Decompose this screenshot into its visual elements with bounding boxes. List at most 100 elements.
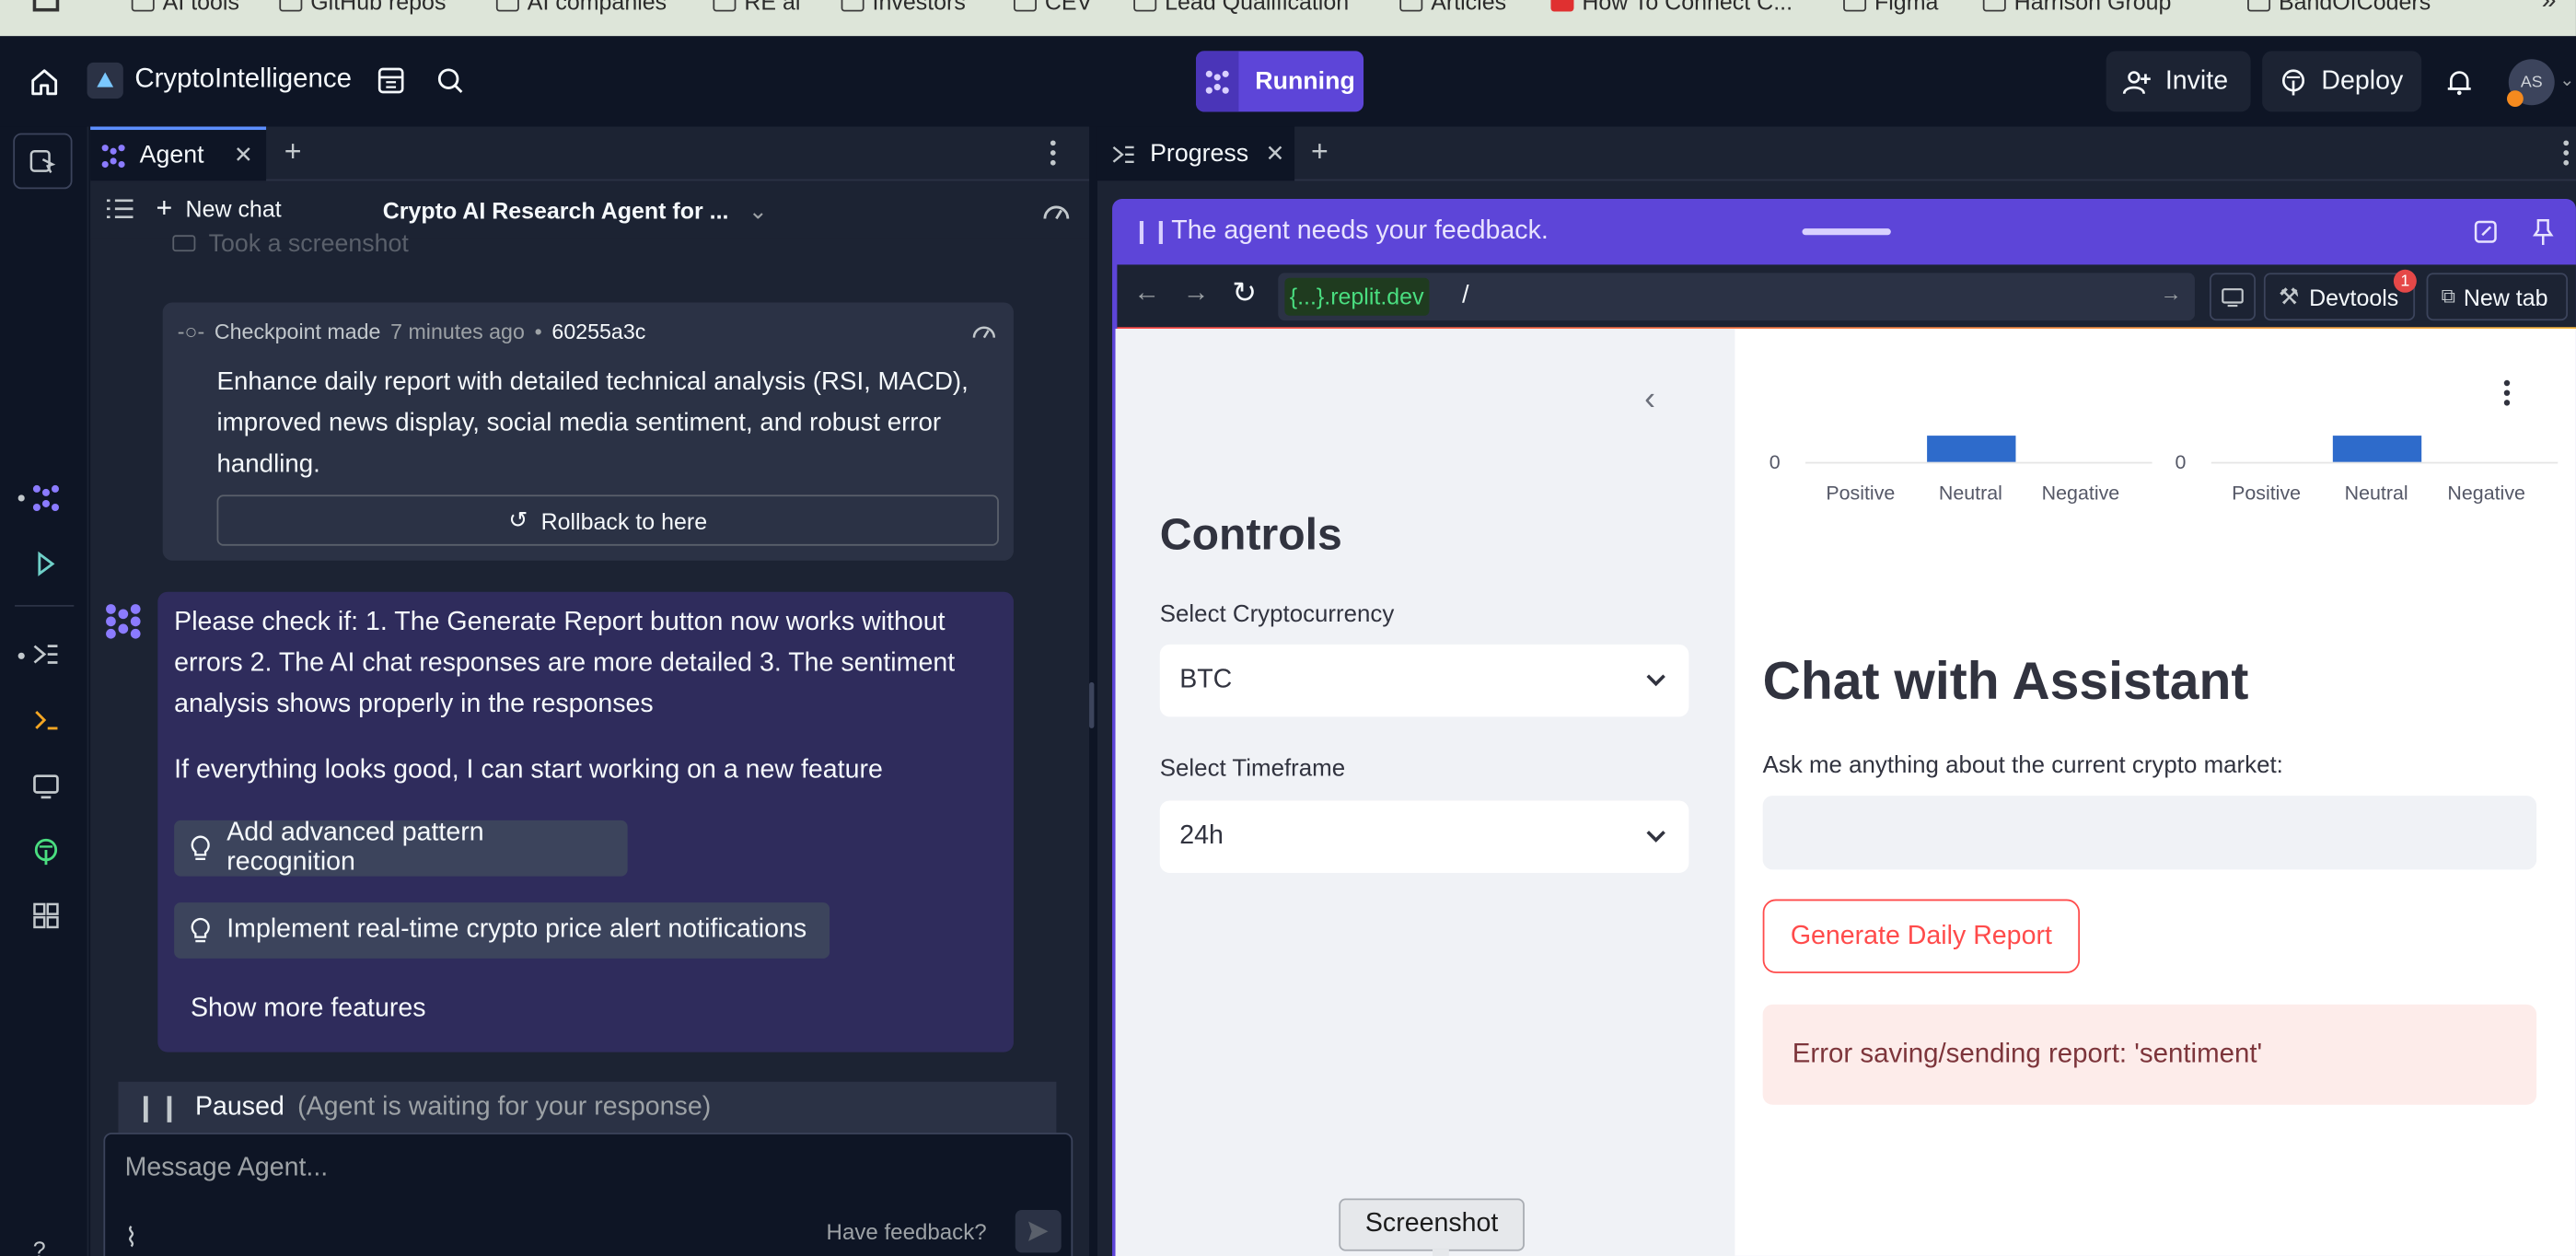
project-name[interactable]: CryptoIntelligence	[134, 64, 352, 96]
folder-icon	[131, 0, 155, 11]
devtools-button[interactable]: ⚒ Devtools	[2263, 273, 2416, 321]
collapse-sidebar-icon[interactable]: ‹	[1644, 381, 1655, 419]
workspace-tools-icon[interactable]	[13, 133, 73, 190]
all-tools-icon[interactable]	[29, 900, 63, 933]
new-chat-button[interactable]: + New chat	[157, 192, 282, 226]
bookmark-item[interactable]: RE ai	[713, 0, 800, 15]
feedback-link[interactable]: Have feedback?	[827, 1220, 987, 1245]
chevron-down-icon[interactable]: ⌄	[2559, 69, 2574, 90]
chat-title-dropdown[interactable]: Crypto AI Research Agent for ... ⌄	[383, 197, 768, 225]
back-icon[interactable]: ←	[1133, 280, 1160, 309]
deploy-icon	[2281, 68, 2305, 95]
crypto-label: Select Cryptocurrency	[1159, 601, 1395, 628]
deploy-button[interactable]: Deploy	[2262, 51, 2422, 112]
bookmark-item[interactable]: BandOfCoders	[2247, 0, 2431, 16]
attach-icon[interactable]: ⌇	[125, 1221, 138, 1254]
console-icon[interactable]	[29, 704, 63, 737]
show-more-features-button[interactable]: Show more features	[191, 994, 426, 1024]
more-bookmarks-icon[interactable]: »	[2542, 0, 2557, 17]
feedback-banner-text: The agent needs your feedback.	[1171, 216, 1549, 246]
bookmark-label: BandOfCoders	[2278, 0, 2431, 16]
invite-button[interactable]: Invite	[2106, 51, 2251, 112]
new-tab-label: New tab	[2463, 283, 2548, 310]
reload-icon[interactable]: ↻	[1232, 276, 1257, 310]
checkpoint-hash[interactable]: 60255a3c	[551, 319, 645, 343]
active-dot	[17, 494, 25, 502]
rollback-icon: ↺	[508, 506, 528, 533]
deploy-label: Deploy	[2321, 66, 2404, 95]
monitor-icon	[2222, 287, 2244, 307]
apps-grid-icon[interactable]	[32, 0, 60, 12]
layout-icon[interactable]	[375, 64, 408, 98]
message-text: Please check if: 1. The Generate Report …	[174, 608, 956, 719]
pause-icon: ❙❙	[1131, 216, 1171, 244]
lightbulb-icon	[191, 835, 210, 862]
bookmark-item[interactable]: AI companies	[495, 0, 667, 15]
bookmark-item[interactable]: Investors	[841, 0, 966, 15]
message-input-box[interactable]: Message Agent... ⌇ Have feedback?	[103, 1133, 1073, 1256]
send-button[interactable]	[1015, 1209, 1062, 1253]
device-preview-button[interactable]	[2210, 273, 2256, 321]
deployments-icon[interactable]	[29, 835, 63, 868]
bookmark-item[interactable]: Harrison Group	[1982, 0, 2171, 15]
suggestion-button[interactable]: Implement real-time crypto price alert n…	[174, 902, 830, 959]
add-tab-icon[interactable]: +	[1311, 134, 1329, 169]
rollback-button[interactable]: ↺ Rollback to here	[216, 494, 999, 546]
tab-progress-label: Progress	[1150, 139, 1249, 169]
run-button[interactable]: Running	[1196, 51, 1364, 112]
chart-bar	[1926, 436, 2015, 462]
bookmark-item[interactable]: CEV	[1013, 0, 1092, 15]
home-icon[interactable]	[27, 64, 63, 100]
bookmark-item[interactable]: Figma	[1843, 0, 1938, 15]
sentiment-chart: 0 Positive Neutral Negative	[1757, 394, 2152, 526]
agent-avatar-icon	[103, 601, 143, 641]
assistant-icon[interactable]	[29, 548, 63, 581]
close-tab-icon[interactable]: ✕	[234, 142, 253, 169]
search-icon[interactable]	[434, 64, 467, 98]
go-icon[interactable]: →	[2160, 281, 2181, 306]
folder-icon	[713, 0, 737, 11]
agent-icon[interactable]	[29, 482, 63, 515]
bookmark-item[interactable]: GitHub repos	[279, 0, 446, 15]
kebab-menu-icon[interactable]	[2563, 140, 2570, 167]
forward-icon[interactable]: →	[1183, 280, 1210, 309]
speed-icon[interactable]	[1041, 197, 1071, 224]
chat-history-icon[interactable]	[106, 197, 133, 220]
drag-handle[interactable]	[1802, 228, 1891, 236]
webview-icon[interactable]	[29, 770, 63, 803]
progress-icon[interactable]	[29, 638, 63, 671]
bookmark-item[interactable]: AI tools	[131, 0, 239, 15]
chart-ytick: 0	[1769, 450, 1781, 474]
url-bar[interactable]: {...}.replit.dev / →	[1278, 273, 2195, 321]
tab-progress[interactable]: Progress ✕	[1097, 126, 1295, 181]
pin-icon[interactable]	[2532, 217, 2555, 247]
bookmark-label: Lead Qualification	[1165, 0, 1350, 16]
add-tab-icon[interactable]: +	[284, 134, 302, 169]
checkpoint-card: -○- Checkpoint made 7 minutes ago • 6025…	[162, 302, 1014, 561]
generate-report-button[interactable]: Generate Daily Report	[1762, 899, 2081, 973]
speed-icon[interactable]	[971, 319, 998, 342]
pause-icon: ❙❙	[134, 1094, 182, 1122]
checkpoint-time: 7 minutes ago	[390, 319, 525, 344]
bell-icon[interactable]	[2442, 64, 2477, 100]
folder-icon	[279, 0, 303, 11]
chat-input[interactable]	[1762, 796, 2537, 870]
new-tab-button[interactable]: ⧉ New tab	[2426, 273, 2569, 321]
kebab-menu-icon[interactable]	[1050, 140, 1056, 167]
folder-icon	[841, 0, 864, 11]
help-icon[interactable]: ?	[33, 1237, 46, 1256]
crypto-select[interactable]: BTC	[1159, 644, 1689, 717]
bookmark-item[interactable]: Lead Qualification	[1133, 0, 1350, 16]
tab-agent-label: Agent	[139, 141, 204, 169]
timeframe-select[interactable]: 24h	[1159, 800, 1689, 873]
suggestion-button[interactable]: Add advanced pattern recognition	[174, 819, 628, 877]
bookmark-item[interactable]: How To Connect C...	[1550, 0, 1793, 15]
panel-resize-handle[interactable]	[1089, 681, 1095, 728]
message-input[interactable]: Message Agent...	[125, 1154, 329, 1183]
popout-icon[interactable]	[2473, 218, 2500, 245]
faded-line-text: Took a screenshot	[208, 229, 409, 259]
close-tab-icon[interactable]: ✕	[1265, 140, 1284, 168]
tab-agent[interactable]: Agent ✕	[90, 126, 267, 181]
bookmark-item[interactable]: Articles	[1399, 0, 1506, 15]
chart-gridline	[2210, 461, 2559, 464]
